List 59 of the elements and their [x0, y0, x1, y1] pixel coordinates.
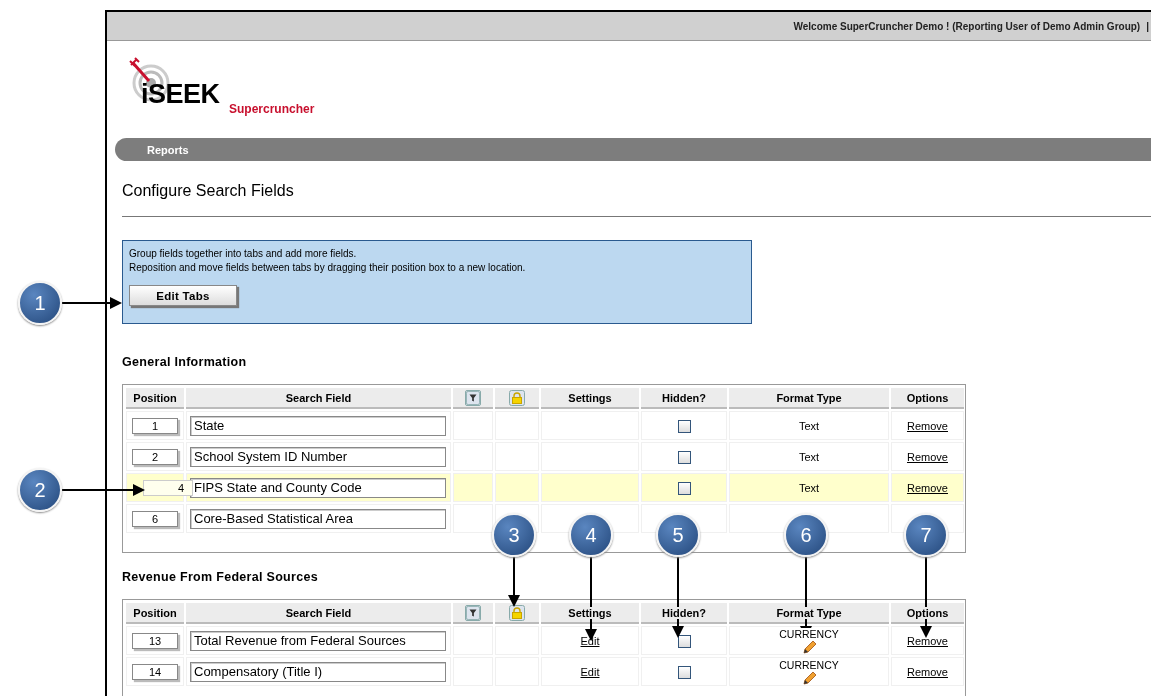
separator: | — [1146, 20, 1149, 32]
checkbox[interactable] — [677, 419, 691, 433]
section-heading: Revenue From Federal Sources — [122, 570, 319, 584]
checkbox[interactable] — [677, 634, 691, 648]
arrow — [508, 555, 520, 607]
column-header: Search Field — [284, 606, 353, 619]
column-header: Position — [132, 391, 178, 404]
column-header: Options — [905, 606, 950, 619]
filter-icon[interactable] — [465, 389, 481, 406]
column-header: Position — [132, 606, 178, 619]
format-type: CURRENCY — [778, 627, 840, 640]
column-header: Format Type — [775, 391, 843, 404]
column-header: Settings — [567, 606, 613, 619]
position-field[interactable]: 4 — [143, 479, 193, 496]
position-field[interactable]: 6 — [132, 510, 178, 527]
callout-badge: 1 — [18, 281, 62, 325]
checkbox[interactable] — [677, 665, 691, 679]
input-field[interactable]: Total Revenue from Federal Sources — [190, 630, 446, 651]
input-field[interactable]: Compensatory (Title I) — [190, 661, 446, 682]
column-header: Options — [905, 391, 950, 404]
section-heading: General Information — [122, 355, 248, 369]
welcome-text: Welcome SuperCruncher Demo ! (Reporting User of Demo Admin Group) — [793, 20, 1141, 32]
position-field[interactable]: 13 — [132, 632, 178, 649]
checkbox[interactable] — [677, 450, 691, 464]
pencil-icon[interactable] — [801, 670, 817, 685]
column-header: Format Type — [775, 606, 843, 619]
input-field[interactable]: School System ID Number — [190, 446, 446, 467]
column-header: Search Field — [284, 391, 353, 404]
checkbox[interactable] — [677, 481, 691, 495]
callout-badge: 3 — [492, 513, 536, 557]
position-field[interactable]: 2 — [132, 448, 178, 465]
pencil-icon[interactable] — [801, 639, 817, 654]
info-text: Reposition and move fields between tabs by dragging their position box to a new location. — [129, 261, 527, 275]
format-type: Text — [797, 450, 821, 463]
logo-text: iSEEK — [141, 79, 220, 109]
column-header: Hidden? — [661, 606, 707, 619]
callout-badge: 7 — [904, 513, 948, 557]
column-header: Settings — [567, 391, 613, 404]
nav-item[interactable]: Reports — [147, 143, 189, 156]
callout-badge: 5 — [656, 513, 700, 557]
info-text: Group fields together into tabs and add more fields. — [129, 247, 358, 261]
input-field[interactable]: State — [190, 415, 446, 436]
format-type: Text — [797, 419, 821, 432]
callout-badge: 6 — [784, 513, 828, 557]
input-field[interactable]: Core-Based Statistical Area — [190, 508, 446, 529]
format-type: CURRENCY — [778, 658, 840, 671]
callout-badge: 4 — [569, 513, 613, 557]
edit-tabs-button[interactable]: Edit Tabs — [129, 285, 237, 306]
edit-link[interactable]: Edit — [580, 665, 600, 678]
edit-link[interactable]: Edit — [580, 634, 600, 647]
filter-icon[interactable] — [465, 604, 481, 621]
page-title: Configure Search Fields — [122, 182, 295, 200]
position-field[interactable]: 14 — [132, 663, 178, 680]
logo-subtitle: Supercruncher — [229, 102, 315, 117]
callout-badge: 2 — [18, 468, 62, 512]
input-field[interactable]: FIPS State and County Code — [190, 477, 446, 498]
format-type: Text — [797, 481, 821, 494]
position-field[interactable]: 1 — [132, 417, 178, 434]
column-header: Hidden? — [661, 391, 707, 404]
